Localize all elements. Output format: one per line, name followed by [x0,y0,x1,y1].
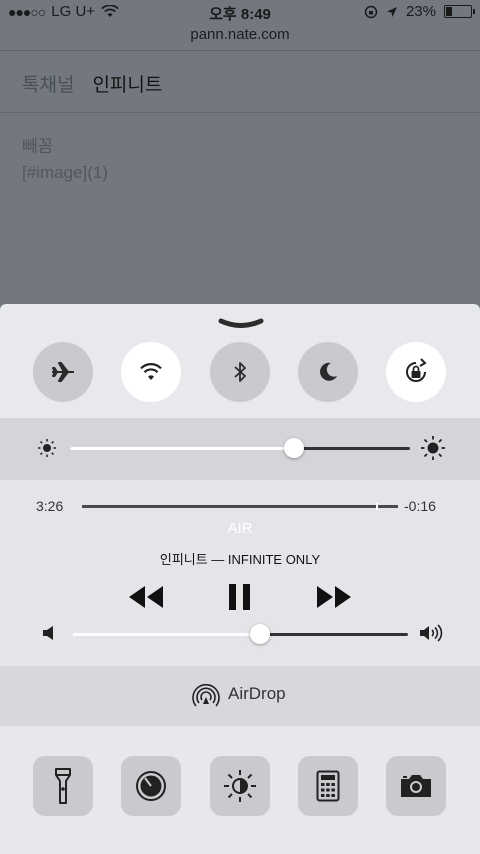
tab-talk-channel[interactable]: 톡채널 [22,70,74,97]
playhead-marker[interactable] [376,503,378,510]
location-arrow-icon [386,6,397,17]
rotation-lock-toggle[interactable] [386,342,446,402]
moon-icon [320,362,337,381]
rotation-lock-icon [406,358,427,382]
playback-scrubber[interactable] [82,503,398,510]
shortcut-row [0,726,480,854]
battery-icon [444,5,475,18]
safari-background: ●●●○○ LG U+ 오후 8:49 23% pann.nate.com 톡채… [0,0,480,320]
toggle-row [0,340,480,410]
brightness-high-icon [421,436,445,460]
channel-tabs: 톡채널 인피니트 [22,70,162,97]
volume-slider-track[interactable] [72,624,408,644]
bluetooth-toggle[interactable] [210,342,270,402]
airdrop-label: AirDrop [228,684,286,703]
calculator-button[interactable] [298,756,358,816]
airdrop-icon [192,683,220,707]
divider [0,50,480,51]
wifi-icon [140,363,162,380]
post-title: 빼꼼 [22,137,54,156]
status-bar: ●●●○○ LG U+ 오후 8:49 23% [0,0,480,24]
volume-high-icon [420,624,443,642]
control-center: 3:26 -0:16 AIR 인피니트 — INFINITE ONLY AirD… [0,304,480,854]
fast-forward-icon[interactable] [315,584,353,610]
bluetooth-icon [234,362,246,382]
post-body: [#image](1) [22,163,108,182]
airplane-icon [52,362,74,382]
night-shift-button[interactable] [210,756,270,816]
brightness-slider-track[interactable] [70,438,410,458]
airplane-mode-toggle[interactable] [33,342,93,402]
post-preview[interactable]: 빼꼼 [#image](1) [22,134,108,186]
timer-icon [136,771,166,801]
rotation-lock-status-icon [364,5,378,18]
battery-percent: 23% [405,3,436,20]
transport-controls [0,582,480,612]
url-bar[interactable]: pann.nate.com [0,26,480,43]
brightness-control [0,418,480,480]
camera-icon [401,775,431,797]
remaining-time: -0:16 [404,498,436,514]
brightness-low-icon [38,439,56,457]
airdrop-button[interactable]: AirDrop [0,666,480,726]
flashlight-button[interactable] [33,756,93,816]
night-shift-icon [224,770,256,802]
divider [0,112,480,113]
now-playing-title: 인피니트 — INFINITE ONLY [159,552,321,567]
grabber-chevron-icon[interactable] [218,318,264,328]
volume-slider-fill [72,633,260,636]
brightness-slider-fill [70,447,294,450]
now-playing-panel: 3:26 -0:16 AIR 인피니트 — INFINITE ONLY [0,480,480,666]
volume-control [0,618,480,648]
camera-button[interactable] [386,756,446,816]
volume-low-icon [43,626,53,640]
pause-icon[interactable] [226,582,254,612]
elapsed-time: 3:26 [36,498,64,514]
rewind-icon[interactable] [127,584,165,610]
wifi-toggle[interactable] [121,342,181,402]
audio-route-label[interactable]: AIR [0,520,480,537]
calculator-icon [316,770,340,802]
do-not-disturb-toggle[interactable] [298,342,358,402]
brightness-slider-knob[interactable] [284,438,304,458]
timer-button[interactable] [121,756,181,816]
volume-slider-knob[interactable] [250,624,270,644]
flashlight-icon [55,768,71,804]
tab-infinite[interactable]: 인피니트 [92,70,162,97]
